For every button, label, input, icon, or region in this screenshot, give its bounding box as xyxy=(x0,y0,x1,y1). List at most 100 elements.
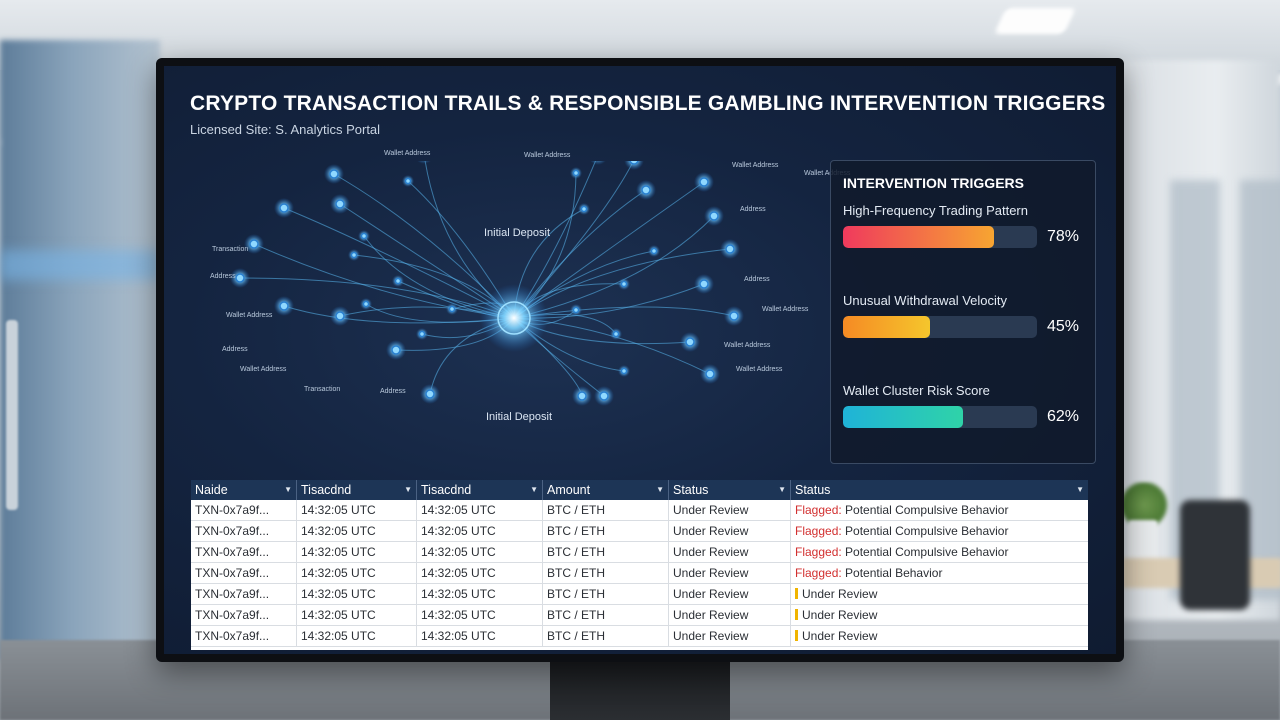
wallet-node[interactable] xyxy=(279,301,289,311)
wallet-node[interactable] xyxy=(620,367,628,375)
flag-label: Flagged: xyxy=(795,503,842,517)
wallet-node[interactable] xyxy=(404,177,412,185)
initial-deposit-hub[interactable] xyxy=(480,284,548,352)
node-glow xyxy=(414,144,434,164)
table-cell: Under Review xyxy=(669,563,791,583)
review-marker-icon xyxy=(795,609,798,620)
page-subtitle: Licensed Site: S. Analytics Portal xyxy=(190,122,381,137)
node-label: Address xyxy=(210,273,236,280)
wallet-node[interactable] xyxy=(729,311,739,321)
wallet-node[interactable] xyxy=(699,177,709,187)
flag-label: Flagged: xyxy=(795,524,842,538)
wallet-node[interactable] xyxy=(418,330,426,338)
detail-text: Under Review xyxy=(802,608,878,622)
review-marker-icon xyxy=(795,630,798,641)
wallet-node[interactable] xyxy=(335,311,345,321)
wallet-node[interactable] xyxy=(580,205,588,213)
wallet-node[interactable] xyxy=(620,280,628,288)
table-cell: 14:32:05 UTC xyxy=(297,500,417,520)
wallet-node[interactable] xyxy=(249,239,259,249)
caret-down-icon[interactable]: ▼ xyxy=(656,485,664,494)
table-row[interactable]: TXN-0x7a9f... 14:32:05 UTC 14:32:05 UTC BTC… xyxy=(191,605,1088,626)
wallet-node[interactable] xyxy=(572,169,580,177)
wallet-node[interactable] xyxy=(279,203,289,213)
transaction-network-graph: Initial Deposit Initial Deposit Wallet A… xyxy=(184,144,850,491)
transactions-table: Naide ▼ Tisacdnd ▼ Tisacdnd ▼ Amount ▼ Statu… xyxy=(191,480,1088,650)
table-cell-detail: Under Review xyxy=(791,584,1088,604)
monitor: CRYPTO TRANSACTION TRAILS & RESPONSIBLE … xyxy=(156,58,1124,662)
node-label: Address xyxy=(222,346,248,353)
wallet-node[interactable] xyxy=(641,185,651,195)
wallet-node[interactable] xyxy=(705,369,715,379)
wallet-node[interactable] xyxy=(360,232,368,240)
table-cell-detail: Under Review xyxy=(791,626,1088,646)
wallet-node[interactable] xyxy=(235,273,245,283)
intervention-triggers-panel: INTERVENTION TRIGGERS High-Frequency Tra… xyxy=(830,160,1096,464)
table-row[interactable]: TXN-0x7a9f... 14:32:05 UTC 14:32:05 UTC BTC… xyxy=(191,521,1088,542)
wallet-node[interactable] xyxy=(448,305,456,313)
center-label-top: Initial Deposit xyxy=(484,227,551,239)
table-row[interactable]: TXN-0x7a9f... 14:32:05 UTC 14:32:05 UTC BTC… xyxy=(191,584,1088,605)
table-row[interactable]: TXN-0x7a9f... 14:32:05 UTC 14:32:05 UTC BTC… xyxy=(191,542,1088,563)
wallet-node[interactable] xyxy=(350,251,358,259)
wallet-node[interactable] xyxy=(699,279,709,289)
node-label: Wallet Address xyxy=(724,342,771,349)
column-header[interactable]: Tisacdnd ▼ xyxy=(297,480,417,500)
wallet-node[interactable] xyxy=(329,169,339,179)
wallet-node[interactable] xyxy=(629,155,639,165)
node-label: Wallet Address xyxy=(226,312,273,319)
table-cell: TXN-0x7a9f... xyxy=(191,542,297,562)
column-header[interactable]: Status ▼ xyxy=(669,480,791,500)
detail-text: Potential Compulsive Behavior xyxy=(845,503,1009,517)
page-title: CRYPTO TRANSACTION TRAILS & RESPONSIBLE … xyxy=(190,92,1106,115)
node-label: Wallet Address xyxy=(762,306,809,313)
table-cell: BTC / ETH xyxy=(543,563,669,583)
detail-text: Under Review xyxy=(802,629,878,643)
wallet-node[interactable] xyxy=(577,391,587,401)
wallet-node[interactable] xyxy=(391,345,401,355)
table-cell: TXN-0x7a9f... xyxy=(191,626,297,646)
wallet-node[interactable] xyxy=(685,337,695,347)
node-label: Wallet Address xyxy=(524,152,571,159)
column-header[interactable]: Naide ▼ xyxy=(191,480,297,500)
table-cell: 14:32:05 UTC xyxy=(417,605,543,625)
wallet-node[interactable] xyxy=(725,244,735,254)
wallet-node[interactable] xyxy=(394,277,402,285)
column-header[interactable]: Amount ▼ xyxy=(543,480,669,500)
wallet-node[interactable] xyxy=(599,391,609,401)
table-cell: Under Review xyxy=(669,500,791,520)
caret-down-icon[interactable]: ▼ xyxy=(404,485,412,494)
wallet-node[interactable] xyxy=(335,199,345,209)
column-header[interactable]: Status ▼ xyxy=(791,480,1088,500)
table-cell: 14:32:05 UTC xyxy=(297,563,417,583)
table-cell-detail: Under Review xyxy=(791,605,1088,625)
trigger-label: High-Frequency Trading Pattern xyxy=(843,203,1028,218)
door-handle xyxy=(6,320,18,510)
caret-down-icon[interactable]: ▼ xyxy=(284,485,292,494)
progress-fill xyxy=(843,316,931,338)
column-header[interactable]: Tisacdnd ▼ xyxy=(417,480,543,500)
table-body: TXN-0x7a9f... 14:32:05 UTC 14:32:05 UTC BTC… xyxy=(191,500,1088,647)
node-label: Address xyxy=(380,388,406,395)
wallet-node[interactable] xyxy=(612,330,620,338)
table-cell: Under Review xyxy=(669,521,791,541)
caret-down-icon[interactable]: ▼ xyxy=(1076,485,1084,494)
wallet-node[interactable] xyxy=(362,300,370,308)
caret-down-icon[interactable]: ▼ xyxy=(778,485,786,494)
wallet-node[interactable] xyxy=(572,306,580,314)
node-label: Address xyxy=(740,206,766,213)
progress-fill xyxy=(843,226,995,248)
network-edge xyxy=(283,305,515,324)
table-cell: 14:32:05 UTC xyxy=(417,521,543,541)
node-label: Wallet Address xyxy=(736,366,783,373)
table-cell: 14:32:05 UTC xyxy=(297,605,417,625)
caret-down-icon[interactable]: ▼ xyxy=(530,485,538,494)
wallet-node[interactable] xyxy=(650,247,658,255)
wallet-node[interactable] xyxy=(425,389,435,399)
table-cell: Under Review xyxy=(669,626,791,646)
table-row[interactable]: TXN-0x7a9f... 14:32:05 UTC 14:32:05 UTC BTC… xyxy=(191,563,1088,584)
wallet-node[interactable] xyxy=(709,211,719,221)
table-row[interactable]: TXN-0x7a9f... 14:32:05 UTC 14:32:05 UTC BTC… xyxy=(191,626,1088,647)
table-row[interactable]: TXN-0x7a9f... 14:32:05 UTC 14:32:05 UTC BTC… xyxy=(191,500,1088,521)
node-label: Wallet Address xyxy=(732,162,779,169)
